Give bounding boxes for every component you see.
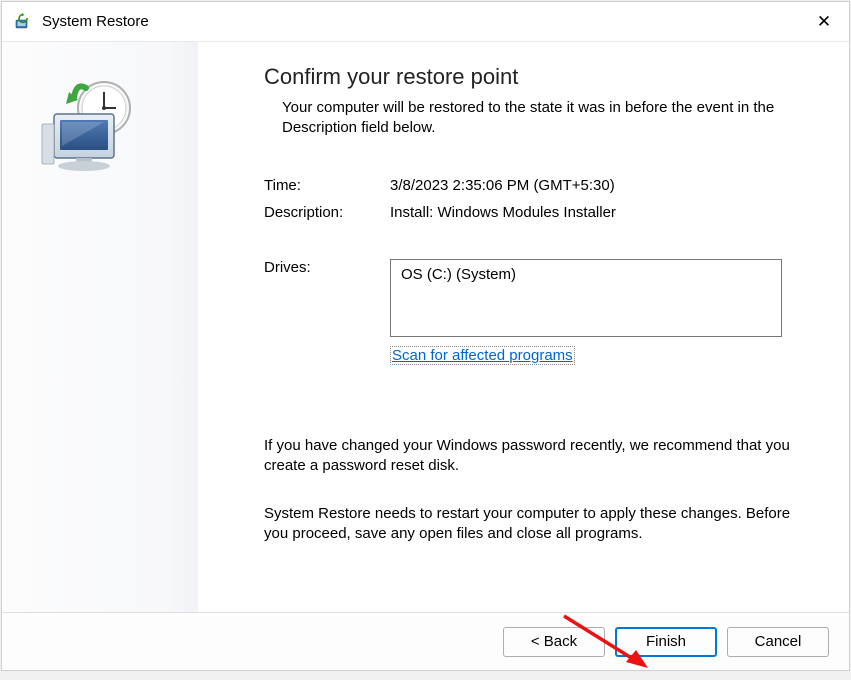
drives-listbox[interactable]: OS (C:) (System) <box>390 259 782 337</box>
close-icon: ✕ <box>817 12 831 32</box>
restart-note: System Restore needs to restart your com… <box>264 504 807 545</box>
body-area: Confirm your restore point Your computer… <box>2 42 849 612</box>
time-value: 3/8/2023 2:35:06 PM (GMT+5:30) <box>390 177 807 194</box>
content-pane: Confirm your restore point Your computer… <box>198 42 849 612</box>
footer-buttons: < Back Finish Cancel <box>2 612 849 670</box>
description-label: Description: <box>264 204 390 221</box>
sidebar <box>2 42 198 612</box>
system-restore-icon <box>14 13 32 31</box>
drives-label: Drives: <box>264 259 390 276</box>
time-label: Time: <box>264 177 390 194</box>
drives-item[interactable]: OS (C:) (System) <box>401 266 771 283</box>
system-restore-window: System Restore ✕ <box>1 1 850 671</box>
finish-button[interactable]: Finish <box>615 627 717 657</box>
password-note: If you have changed your Windows passwor… <box>264 436 807 477</box>
system-restore-large-icon <box>36 70 146 180</box>
description-value: Install: Windows Modules Installer <box>390 204 807 221</box>
drives-row: Drives: OS (C:) (System) <box>264 259 807 337</box>
window-title: System Restore <box>42 13 801 30</box>
intro-text: Your computer will be restored to the st… <box>282 98 792 139</box>
close-button[interactable]: ✕ <box>801 3 847 41</box>
scan-affected-programs-link[interactable]: Scan for affected programs <box>390 346 575 365</box>
info-table: Time: 3/8/2023 2:35:06 PM (GMT+5:30) Des… <box>264 177 807 221</box>
cancel-button[interactable]: Cancel <box>727 627 829 657</box>
page-heading: Confirm your restore point <box>264 64 807 90</box>
titlebar: System Restore ✕ <box>2 2 849 42</box>
back-button[interactable]: < Back <box>503 627 605 657</box>
